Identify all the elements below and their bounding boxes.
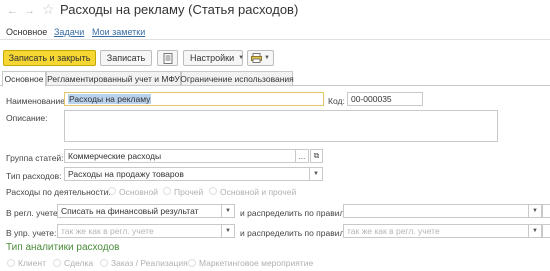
back-icon[interactable]: ← — [7, 5, 18, 17]
distribute2-label: и распределить по правилу: — [240, 228, 352, 238]
radio-analytics-marketing-label: Маркетинговое мероприятие — [199, 258, 314, 268]
group-label: Группа статей: — [6, 153, 64, 163]
chevron-down-icon: ▼ — [225, 228, 231, 234]
radio-analytics-client-label: Клиент — [18, 258, 46, 268]
open-link-icon[interactable] — [542, 204, 550, 218]
save-and-close-button[interactable]: Записать и закрыть — [3, 50, 96, 66]
save-button[interactable]: Записать — [100, 50, 152, 66]
radio-analytics-order-label: Заказ / Реализация — [111, 258, 188, 268]
distribute-label: и распределить по правилу: — [240, 208, 352, 218]
radio-activity-main[interactable] — [108, 187, 116, 195]
open-link-icon[interactable] — [542, 224, 550, 238]
radio-analytics-deal-label: Сделка — [64, 258, 94, 268]
document-list-button[interactable] — [157, 50, 178, 66]
distribute-rule-dropdown[interactable]: ▼ — [529, 204, 542, 218]
window-title: Расходы на рекламу (Статья расходов) — [60, 2, 299, 17]
nav-tab-tasks[interactable]: Задачи — [54, 27, 84, 37]
radio-analytics-deal[interactable] — [53, 259, 61, 267]
nav-divider — [0, 39, 550, 40]
code-input[interactable]: 00-000035 — [347, 92, 423, 106]
name-label: Наименование: — [6, 96, 68, 106]
code-label: Код: — [328, 96, 345, 106]
tab-regulated-accounting[interactable]: Регламентированный учет и МФУ — [46, 71, 181, 86]
name-value: Расходы на рекламу — [68, 94, 152, 104]
group-input[interactable]: Коммерческие расходы — [64, 149, 296, 163]
radio-analytics-client[interactable] — [7, 259, 15, 267]
radio-activity-main-label: Основной — [119, 187, 158, 197]
chevron-down-icon: ▼ — [225, 208, 231, 214]
description-textarea[interactable] — [64, 110, 498, 142]
expense-type-input[interactable]: Расходы на продажу товаров — [64, 167, 310, 181]
name-input[interactable]: Расходы на рекламу — [64, 92, 324, 106]
nav-tab-notes[interactable]: Мои заметки — [92, 27, 145, 37]
radio-analytics-order[interactable] — [100, 259, 108, 267]
reg-accounting-label: В регл. учете: — [6, 208, 61, 218]
chevron-down-icon: ▼ — [532, 208, 538, 214]
reg-accounting-dropdown[interactable]: ▼ — [222, 204, 235, 218]
settings-label: Настройки — [190, 53, 235, 63]
chevron-down-icon: ▼ — [238, 55, 245, 61]
nav-tab-main[interactable]: Основное — [6, 27, 47, 37]
tab-usage-restriction[interactable]: Ограничение использования — [180, 71, 294, 86]
radio-activity-other[interactable] — [163, 187, 171, 195]
forward-icon[interactable]: → — [24, 5, 35, 17]
print-dropdown-button[interactable]: ▼ — [247, 50, 274, 66]
activity-label: Расходы по деятельности: — [6, 187, 111, 197]
distribute2-rule-dropdown[interactable]: ▼ — [529, 224, 542, 238]
distribute-rule-input[interactable] — [343, 204, 529, 218]
radio-analytics-marketing[interactable] — [188, 259, 196, 267]
document-icon — [163, 52, 172, 64]
print-icon — [251, 53, 263, 63]
expense-type-label: Тип расходов: — [6, 171, 62, 181]
radio-activity-both[interactable] — [209, 187, 217, 195]
analytics-section-title: Тип аналитики расходов — [6, 242, 120, 253]
tab-main[interactable]: Основное — [2, 71, 46, 87]
reg-accounting-input[interactable]: Списать на финансовый результат — [57, 204, 222, 218]
distribute2-rule-input[interactable]: так же как в регл. учете — [343, 224, 529, 238]
favorite-star-icon[interactable]: ☆ — [42, 1, 56, 17]
chevron-down-icon: ▼ — [313, 171, 319, 177]
radio-activity-both-label: Основной и прочей — [220, 187, 297, 197]
mgmt-accounting-input[interactable]: так же как в регл. учете — [57, 224, 222, 238]
description-label: Описание: — [6, 113, 48, 123]
chevron-down-icon: ▼ — [532, 228, 538, 234]
group-select-button[interactable]: ... — [296, 149, 309, 163]
settings-dropdown-button[interactable]: Настройки ▼ — [183, 50, 245, 66]
expense-type-dropdown[interactable]: ▼ — [310, 167, 323, 181]
mgmt-accounting-label: В упр. учете: — [6, 228, 57, 238]
radio-activity-other-label: Прочей — [174, 187, 204, 197]
open-link-icon[interactable]: ⧉ — [310, 149, 323, 163]
chevron-down-icon: ▼ — [264, 55, 270, 61]
mgmt-accounting-dropdown[interactable]: ▼ — [222, 224, 235, 238]
